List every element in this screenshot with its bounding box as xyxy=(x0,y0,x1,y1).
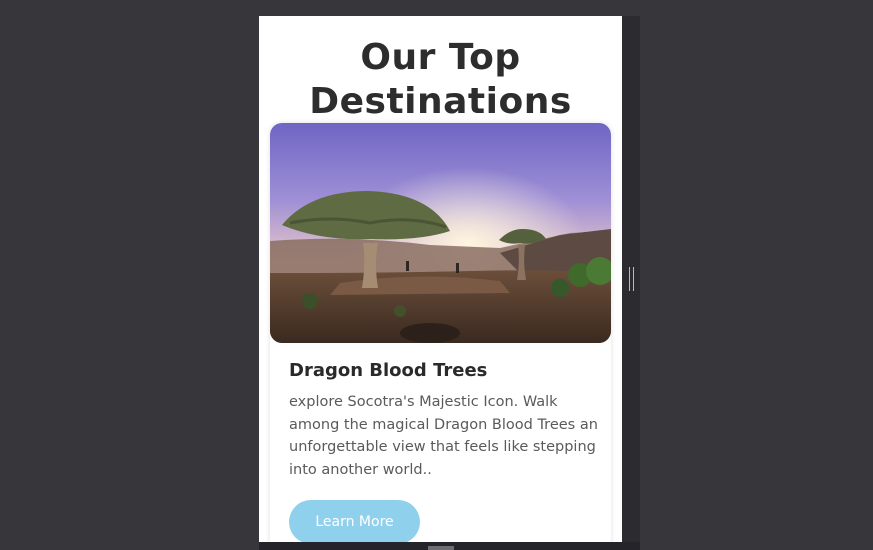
destination-card: Dragon Blood Trees explore Socotra's Maj… xyxy=(270,123,611,542)
home-indicator[interactable] xyxy=(428,546,454,550)
page-title-line-1: Our Top xyxy=(360,37,521,78)
destination-image xyxy=(270,123,611,343)
card-body: Dragon Blood Trees explore Socotra's Maj… xyxy=(289,359,599,481)
page-title-line-2: Destinations xyxy=(309,81,572,122)
resize-handle[interactable] xyxy=(629,267,634,291)
card-title: Dragon Blood Trees xyxy=(289,360,488,381)
dragon-tree-photo xyxy=(270,123,611,343)
card-description: explore Socotra's Majestic Icon. Walk am… xyxy=(289,394,598,478)
page-title: Our Top Destinations xyxy=(259,36,622,124)
learn-more-button[interactable]: Learn More xyxy=(289,500,420,542)
mobile-viewport: Our Top Destinations Dragon Blood Trees … xyxy=(259,16,622,542)
